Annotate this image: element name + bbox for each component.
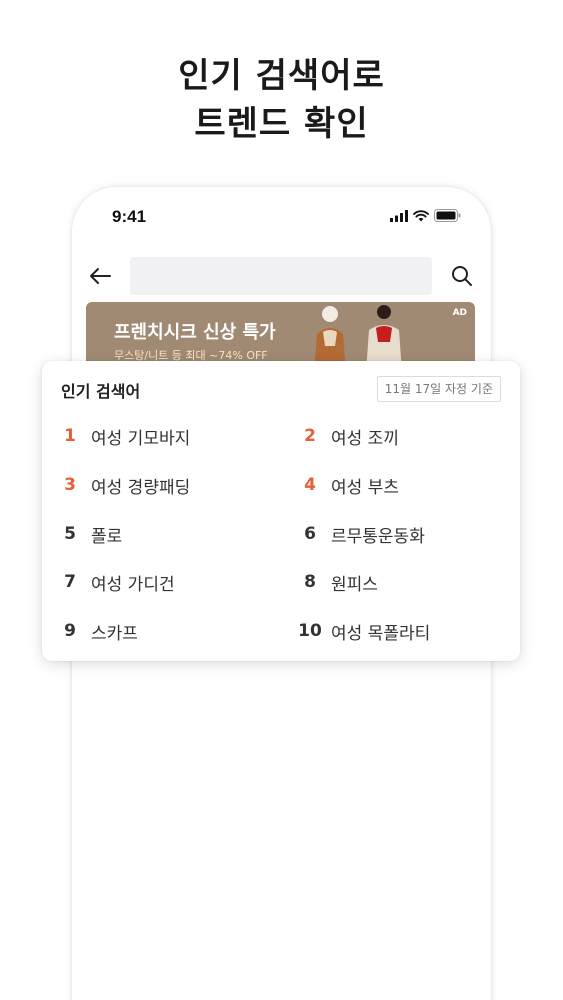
rank-term: 여성 가디건 (91, 574, 175, 595)
rank-term: 르무통운동화 (331, 526, 425, 547)
popular-search-title: 인기 검색어 (61, 382, 141, 401)
list-item[interactable]: 8 원피스 (293, 567, 378, 597)
list-item[interactable]: 1 여성 기모바지 (53, 421, 190, 451)
rank-number: 7 (64, 572, 76, 592)
list-item[interactable]: 2 여성 조끼 (293, 421, 399, 451)
rank-number: 5 (64, 524, 76, 544)
list-item[interactable]: 7 여성 가디건 (53, 567, 175, 597)
rank-number: 6 (304, 524, 316, 544)
rank-term: 여성 부츠 (331, 477, 399, 498)
rank-term: 스카프 (91, 623, 138, 644)
search-button[interactable] (449, 263, 475, 289)
signal-icon (390, 209, 408, 222)
status-time: 9:41 (112, 207, 147, 226)
search-input[interactable] (130, 257, 432, 295)
rank-term: 여성 조끼 (331, 428, 399, 449)
list-item[interactable]: 9 스카프 (53, 616, 138, 646)
wifi-icon (413, 209, 429, 221)
rank-term: 여성 경량패딩 (91, 477, 191, 498)
headline-line-2: 트렌드 확인 (194, 104, 369, 144)
rank-term: 원피스 (331, 574, 378, 595)
rank-number: 2 (304, 426, 316, 446)
rank-number: 9 (64, 621, 76, 641)
rank-number: 3 (64, 475, 76, 495)
back-arrow-icon (90, 268, 111, 284)
banner-title: 프렌치시크 신상 특가 (114, 322, 276, 343)
list-item[interactable]: 10 여성 목폴라티 (293, 616, 430, 646)
rank-number: 1 (64, 426, 76, 446)
date-badge: 11월 17일 자정 기준 (376, 376, 501, 402)
list-item[interactable]: 3 여성 경량패딩 (53, 470, 190, 500)
rank-term: 여성 목폴라티 (331, 623, 431, 644)
rank-term: 여성 기모바지 (91, 428, 191, 449)
promo-headline: 인기 검색어로 트렌드 확인 (0, 52, 563, 148)
rank-term: 폴로 (91, 526, 123, 547)
rank-number: 10 (298, 621, 322, 641)
battery-icon (434, 209, 461, 222)
ad-label: AD (452, 308, 467, 318)
list-item[interactable]: 5 폴로 (53, 519, 122, 549)
status-icons (390, 209, 461, 222)
rank-number: 4 (304, 475, 316, 495)
list-item[interactable]: 6 르무통운동화 (293, 519, 425, 549)
back-button[interactable] (86, 262, 114, 290)
popular-search-card: 인기 검색어 11월 17일 자정 기준 1 여성 기모바지 2 여성 조끼 3… (42, 361, 520, 661)
headline-line-1: 인기 검색어로 (178, 56, 385, 96)
list-item[interactable]: 4 여성 부츠 (293, 470, 399, 500)
rank-number: 8 (304, 572, 316, 592)
search-icon (452, 266, 472, 286)
